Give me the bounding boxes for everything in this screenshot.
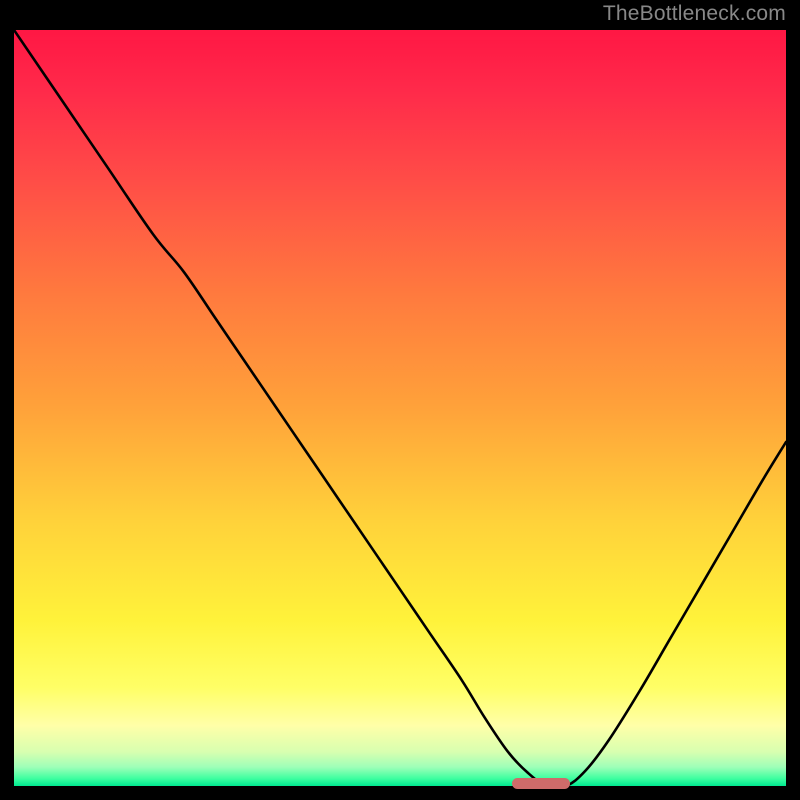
bottleneck-curve [14,30,786,786]
watermark-text: TheBottleneck.com [603,2,786,26]
chart-container: TheBottleneck.com [0,0,800,800]
plot-area [14,30,786,786]
optimal-marker [512,778,570,789]
